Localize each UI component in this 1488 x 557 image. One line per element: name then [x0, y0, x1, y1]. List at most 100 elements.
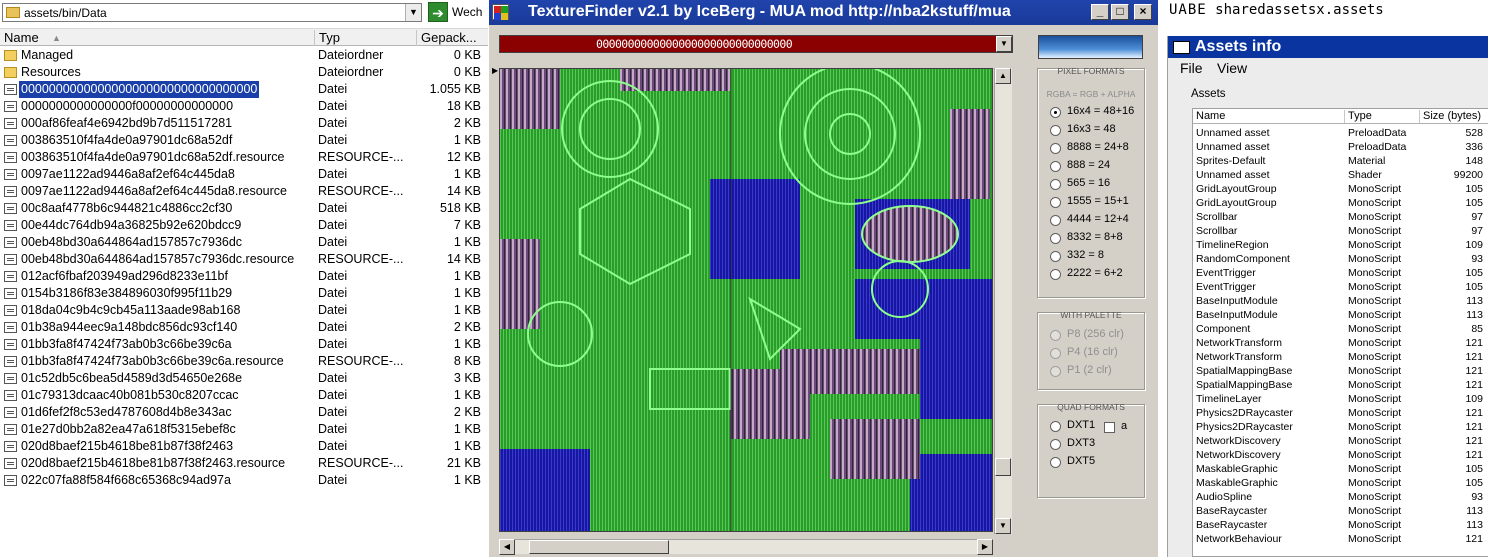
radio-button-icon[interactable] — [1050, 251, 1061, 262]
file-list-row[interactable]: 01d6fef2f8c53ed4787608d4b8e343ac Datei 2 K… — [0, 404, 488, 421]
assets-table-row[interactable]: NetworkBehaviour MonoScript 121 — [1193, 532, 1488, 546]
menu-file[interactable]: File — [1180, 60, 1203, 76]
file-list-row[interactable]: 00eb48bd30a644864ad157857c7936dc Datei 1 K… — [0, 234, 488, 251]
maximize-button[interactable]: □ — [1111, 4, 1129, 20]
chevron-down-icon[interactable]: ▼ — [405, 4, 421, 21]
assets-table-row[interactable]: TimelineLayer MonoScript 109 — [1193, 392, 1488, 406]
file-list-row[interactable]: 0000000000000000000000000000000000 Datei 1… — [0, 80, 488, 99]
preview-horizontal-scrollbar[interactable]: ◀ ▶ — [499, 539, 993, 555]
file-list-row[interactable]: 0097ae1122ad9446a8af2ef64c445da8.resourc… — [0, 183, 488, 200]
radio-button-icon[interactable] — [1050, 179, 1061, 190]
radio-button-icon[interactable] — [1050, 143, 1061, 154]
horizontal-scroll-thumb[interactable] — [529, 540, 669, 554]
assets-table-row[interactable]: SpatialMappingBase MonoScript 121 — [1193, 364, 1488, 378]
file-list-row[interactable]: 01b38a944eec9a148bdc856dc93cf140 Datei 2 K… — [0, 319, 488, 336]
file-list-row[interactable]: 0097ae1122ad9446a8af2ef64c445da8 Datei 1 K… — [0, 166, 488, 183]
file-list-row[interactable]: 01c79313dcaac40b081b530c8207ccac Datei 1 K… — [0, 387, 488, 404]
radio-button-icon[interactable] — [1050, 421, 1061, 432]
assets-table-row[interactable]: Component MonoScript 85 — [1193, 322, 1488, 336]
file-list-row[interactable]: 01bb3fa8f47424f73ab0b3c66be39c6a Datei 1 K… — [0, 336, 488, 353]
minimize-button[interactable]: _ — [1091, 4, 1109, 20]
assets-table-row[interactable]: BaseInputModule MonoScript 113 — [1193, 294, 1488, 308]
file-list-row[interactable]: 012acf6fbaf203949ad296d8233e11bf Datei 1 K… — [0, 268, 488, 285]
column-header-name[interactable]: Name ▲ — [0, 30, 315, 46]
assets-table-row[interactable]: MaskableGraphic MonoScript 105 — [1193, 476, 1488, 490]
assets-table-row[interactable]: AudioSpline MonoScript 93 — [1193, 490, 1488, 504]
texture-preview[interactable] — [499, 68, 993, 532]
file-list-row[interactable]: 00eb48bd30a644864ad157857c7936dc.resourc… — [0, 251, 488, 268]
file-list-row[interactable]: 003863510f4fa4de0a97901dc68a52df Datei 1 K… — [0, 132, 488, 149]
assets-table-row[interactable]: Unnamed asset Shader 99200 — [1193, 168, 1488, 182]
file-list-row[interactable]: Managed Dateiordner 0 KB — [0, 47, 488, 64]
file-list-row[interactable]: 000af86feaf4e6942bd9b7d511517281 Datei 2 K… — [0, 115, 488, 132]
column-header-size[interactable]: Gepack... — [417, 30, 488, 46]
radio-button-icon[interactable] — [1050, 107, 1061, 118]
assets-table-row[interactable]: GridLayoutGroup MonoScript 105 — [1193, 196, 1488, 210]
go-button-label[interactable]: Wech — [452, 5, 482, 19]
radio-button-icon[interactable] — [1050, 197, 1061, 208]
address-combobox[interactable]: assets/bin/Data ▼ — [2, 3, 422, 22]
assets-table-row[interactable]: GridLayoutGroup MonoScript 105 — [1193, 182, 1488, 196]
file-list-row[interactable]: 01e27d0bb2a82ea47a618f5315ebef8c Datei 1 K… — [0, 421, 488, 438]
texturefinder-title-bar[interactable]: TextureFinder v2.1 by IceBerg - MUA mod … — [489, 0, 1158, 25]
assets-table-row[interactable]: Physics2DRaycaster MonoScript 121 — [1193, 420, 1488, 434]
radio-button-icon[interactable] — [1050, 215, 1061, 226]
file-list-row[interactable]: 01bb3fa8f47424f73ab0b3c66be39c6a.resourc… — [0, 353, 488, 370]
radio-button-icon[interactable] — [1050, 161, 1061, 172]
address-text[interactable]: assets/bin/Data — [24, 6, 107, 20]
assets-table-row[interactable]: SpatialMappingBase MonoScript 121 — [1193, 378, 1488, 392]
assets-table-row[interactable]: Unnamed asset PreloadData 528 — [1193, 126, 1488, 140]
assets-table-row[interactable]: NetworkDiscovery MonoScript 121 — [1193, 434, 1488, 448]
scroll-up-arrow-icon[interactable]: ▲ — [995, 68, 1011, 84]
assets-table-row[interactable]: EventTrigger MonoScript 105 — [1193, 280, 1488, 294]
assets-table-row[interactable]: Sprites-Default Material 148 — [1193, 154, 1488, 168]
radio-button-icon[interactable] — [1050, 269, 1061, 280]
assets-table-row[interactable]: Unnamed asset PreloadData 336 — [1193, 140, 1488, 154]
column-header-name[interactable]: Name — [1193, 110, 1345, 123]
preview-vertical-scrollbar[interactable]: ▲ ▼ — [994, 68, 1012, 534]
close-button[interactable]: × — [1134, 4, 1152, 20]
column-header-type[interactable]: Typ — [315, 30, 417, 46]
app-icon[interactable] — [492, 4, 509, 20]
file-list-row[interactable]: 00e44dc764db94a36825b92e620bdcc9 Datei 7 K… — [0, 217, 488, 234]
assets-table-row[interactable]: TimelineRegion MonoScript 109 — [1193, 238, 1488, 252]
texture-select-combobox[interactable]: 0000000000000000000000000000000 ▼ — [499, 35, 1013, 53]
scroll-right-arrow-icon[interactable]: ▶ — [977, 539, 993, 555]
file-list-row[interactable]: 01c52db5c6bea5d4589d3d54650e268e Datei 3 K… — [0, 370, 488, 387]
column-header-type[interactable]: Type — [1345, 110, 1420, 123]
assets-table-row[interactable]: NetworkTransform MonoScript 121 — [1193, 336, 1488, 350]
assets-table-row[interactable]: MaskableGraphic MonoScript 105 — [1193, 462, 1488, 476]
assets-table-row[interactable]: EventTrigger MonoScript 105 — [1193, 266, 1488, 280]
file-list-row[interactable]: 018da04c9b4c9cb45a113aade98ab168 Datei 1 K… — [0, 302, 488, 319]
radio-button-icon[interactable] — [1050, 439, 1061, 450]
assets-table-row[interactable]: BaseInputModule MonoScript 113 — [1193, 308, 1488, 322]
file-list-row[interactable]: 003863510f4fa4de0a97901dc68a52df.resourc… — [0, 149, 488, 166]
assets-info-title-bar[interactable]: Assets info — [1168, 36, 1488, 58]
assets-table-row[interactable]: NetworkDiscovery MonoScript 121 — [1193, 448, 1488, 462]
file-list-row[interactable]: 0000000000000000f00000000000000 Datei 18 K… — [0, 98, 488, 115]
column-header-size[interactable]: Size (bytes) — [1420, 110, 1488, 123]
assets-table-row[interactable]: RandomComponent MonoScript 93 — [1193, 252, 1488, 266]
radio-button-icon[interactable] — [1050, 125, 1061, 136]
assets-table-row[interactable]: Scrollbar MonoScript 97 — [1193, 224, 1488, 238]
go-arrow-button[interactable]: ➔ — [428, 2, 448, 22]
assets-table-row[interactable]: Scrollbar MonoScript 97 — [1193, 210, 1488, 224]
chevron-down-icon[interactable]: ▼ — [996, 36, 1012, 52]
scroll-left-arrow-icon[interactable]: ◀ — [499, 539, 515, 555]
file-list-row[interactable]: 00c8aaf4778b6c944821c4886cc2cf30 Datei 518… — [0, 200, 488, 217]
radio-button-icon[interactable] — [1050, 457, 1061, 468]
file-list-row[interactable]: 0154b3186f83e384896030f995f11b29 Datei 1 K… — [0, 285, 488, 302]
assets-table-row[interactable]: BaseRaycaster MonoScript 113 — [1193, 504, 1488, 518]
radio-button-icon[interactable] — [1050, 233, 1061, 244]
assets-table[interactable]: Name Type Size (bytes) Unnamed asset Prel… — [1192, 108, 1488, 557]
file-list-row[interactable]: Resources Dateiordner 0 KB — [0, 64, 488, 81]
file-list-row[interactable]: 022c07fa88f584f668c65368c94ad97a Datei 1 K… — [0, 472, 488, 489]
vertical-scroll-thumb[interactable] — [995, 458, 1011, 476]
assets-table-row[interactable]: NetworkTransform MonoScript 121 — [1193, 350, 1488, 364]
scroll-down-arrow-icon[interactable]: ▼ — [995, 518, 1011, 534]
assets-table-row[interactable]: BaseRaycaster MonoScript 113 — [1193, 518, 1488, 532]
assets-table-row[interactable]: Physics2DRaycaster MonoScript 121 — [1193, 406, 1488, 420]
menu-view[interactable]: View — [1217, 60, 1247, 76]
file-list-row[interactable]: 020d8baef215b4618be81b87f38f2463 Datei 1 K… — [0, 438, 488, 455]
file-list-row[interactable]: 020d8baef215b4618be81b87f38f2463.resourc… — [0, 455, 488, 472]
